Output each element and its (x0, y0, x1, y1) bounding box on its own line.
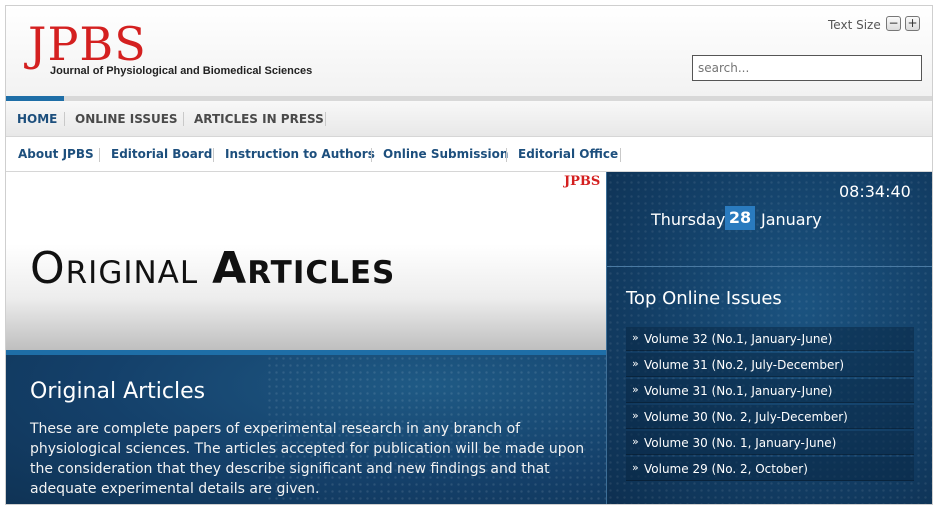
banner-title: Original Articles (30, 240, 395, 307)
issue-link[interactable]: » Volume 32 (No.1, January-June) (626, 327, 914, 351)
date-month: January (761, 210, 822, 229)
logo-subtitle: Journal of Physiological and Biomedical … (50, 65, 313, 77)
primary-nav: HOME ONLINE ISSUES ARTICLES IN PRESS (6, 96, 932, 136)
nav-divider (64, 112, 65, 126)
clock: 08:34:40 (839, 182, 911, 201)
sidebar-divider (607, 266, 932, 267)
hero-banner: JPBS Original Articles (6, 172, 606, 352)
jpbs-logo[interactable]: JPBS Journal of Physiological and Biomed… (28, 17, 328, 82)
double-chevron-right-icon: » (632, 409, 639, 422)
double-chevron-right-icon: » (632, 383, 639, 396)
nav-divider (213, 148, 214, 162)
date-number: 28 (725, 206, 755, 230)
search-input[interactable] (692, 55, 922, 81)
double-chevron-right-icon: » (632, 331, 639, 344)
top-issues-title: Top Online Issues (626, 288, 782, 309)
nav-online-issues[interactable]: ONLINE ISSUES (75, 101, 178, 136)
issue-link[interactable]: » Volume 30 (No. 2, July-December) (626, 405, 914, 429)
date-day: Thursday (651, 210, 726, 229)
intro-title: Original Articles (30, 379, 206, 404)
banner-title-word2: Articles (212, 243, 396, 294)
issue-label: Volume 29 (No. 2, October) (644, 462, 808, 476)
nav-divider (620, 148, 621, 162)
nav-online-submission[interactable]: Online Submission (383, 137, 508, 171)
issue-label: Volume 30 (No. 1, January-June) (644, 436, 837, 450)
issue-link[interactable]: » Volume 29 (No. 2, October) (626, 457, 914, 481)
issue-link[interactable]: » Volume 31 (No.2, July-December) (626, 353, 914, 377)
double-chevron-right-icon: » (632, 435, 639, 448)
logo-mark: JPBS (28, 17, 147, 71)
page-frame: JPBS Journal of Physiological and Biomed… (5, 5, 933, 505)
issue-link[interactable]: » Volume 31 (No.1, January-June) (626, 379, 914, 403)
nav-divider (183, 112, 184, 126)
sidebar: 08:34:40 Thursday 28 January Top Online … (606, 172, 932, 504)
banner-brand: JPBS (564, 174, 601, 189)
nav-articles-in-press[interactable]: ARTICLES IN PRESS (194, 101, 324, 136)
decrease-text-size-button[interactable]: − (886, 16, 901, 31)
increase-text-size-button[interactable]: + (905, 16, 920, 31)
nav-divider (506, 148, 507, 162)
nav-instruction-to-authors[interactable]: Instruction to Authors (225, 137, 375, 171)
issue-link[interactable]: » Volume 30 (No. 1, January-June) (626, 431, 914, 455)
issue-label: Volume 31 (No.2, July-December) (644, 358, 845, 372)
double-chevron-right-icon: » (632, 461, 639, 474)
nav-divider (99, 148, 100, 162)
issue-label: Volume 32 (No.1, January-June) (644, 332, 833, 346)
top-issues-list: » Volume 32 (No.1, January-June) » Volum… (626, 327, 914, 483)
nav-home[interactable]: HOME (17, 101, 57, 136)
nav-editorial-office[interactable]: Editorial Office (518, 137, 618, 171)
secondary-nav: About JPBS Editorial Board Instruction t… (6, 136, 932, 172)
banner-title-word1: Original (30, 243, 199, 294)
intro-panel: Original Articles These are complete pap… (6, 355, 606, 504)
nav-divider (325, 112, 326, 126)
double-chevron-right-icon: » (632, 357, 639, 370)
text-size-label: Text Size (828, 18, 881, 32)
site-header: JPBS Journal of Physiological and Biomed… (6, 6, 932, 96)
nav-editorial-board[interactable]: Editorial Board (111, 137, 212, 171)
nav-about-jpbs[interactable]: About JPBS (18, 137, 94, 171)
issue-label: Volume 30 (No. 2, July-December) (644, 410, 848, 424)
intro-body: These are complete papers of experimenta… (30, 421, 585, 497)
nav-divider (371, 148, 372, 162)
issue-label: Volume 31 (No.1, January-June) (644, 384, 833, 398)
